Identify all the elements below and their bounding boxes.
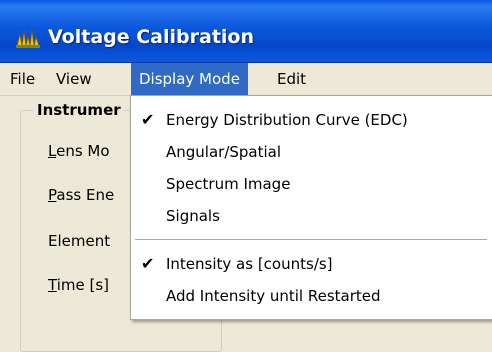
menu-display-mode[interactable]: Display Mode bbox=[131, 63, 248, 95]
menu-option-edc[interactable]: ✔ Energy Distribution Curve (EDC) bbox=[131, 105, 491, 135]
menu-option-add-intensity[interactable]: Add Intensity until Restarted bbox=[131, 281, 491, 311]
element-label: Element bbox=[48, 232, 111, 250]
menu-option-label: Spectrum Image bbox=[166, 175, 291, 193]
menu-option-label: Signals bbox=[166, 207, 220, 225]
window-title: Voltage Calibration bbox=[48, 26, 254, 48]
check-icon: ✔ bbox=[141, 110, 155, 129]
check-icon: ✔ bbox=[141, 254, 155, 273]
menu-separator bbox=[135, 239, 487, 240]
lens-mode-label: Lens Mo bbox=[48, 142, 110, 160]
menu-option-intensity-counts[interactable]: ✔ Intensity as [counts/s] bbox=[131, 249, 491, 279]
time-label: Time [s] bbox=[48, 276, 109, 294]
menu-option-spectrum-image[interactable]: Spectrum Image bbox=[131, 169, 491, 199]
menu-option-label: Angular/Spatial bbox=[166, 143, 282, 161]
menu-file[interactable]: File bbox=[2, 63, 43, 95]
group-title: Instrumer bbox=[34, 101, 124, 119]
menu-option-label: Add Intensity until Restarted bbox=[166, 287, 381, 305]
menu-option-label: Energy Distribution Curve (EDC) bbox=[166, 111, 408, 129]
title-bar: Voltage Calibration bbox=[0, 0, 492, 63]
menu-edit[interactable]: Edit bbox=[269, 63, 314, 95]
instrument-app-icon bbox=[16, 29, 40, 48]
pass-energy-label: Pass Ene bbox=[48, 186, 115, 204]
menu-option-angular-spatial[interactable]: Angular/Spatial bbox=[131, 137, 491, 167]
menu-view[interactable]: View bbox=[48, 63, 100, 95]
menu-option-label: Intensity as [counts/s] bbox=[166, 255, 333, 273]
menu-bar: File View Display Mode Edit bbox=[0, 63, 492, 96]
menu-option-signals[interactable]: Signals bbox=[131, 201, 491, 231]
display-mode-dropdown: ✔ Energy Distribution Curve (EDC) Angula… bbox=[130, 95, 492, 320]
